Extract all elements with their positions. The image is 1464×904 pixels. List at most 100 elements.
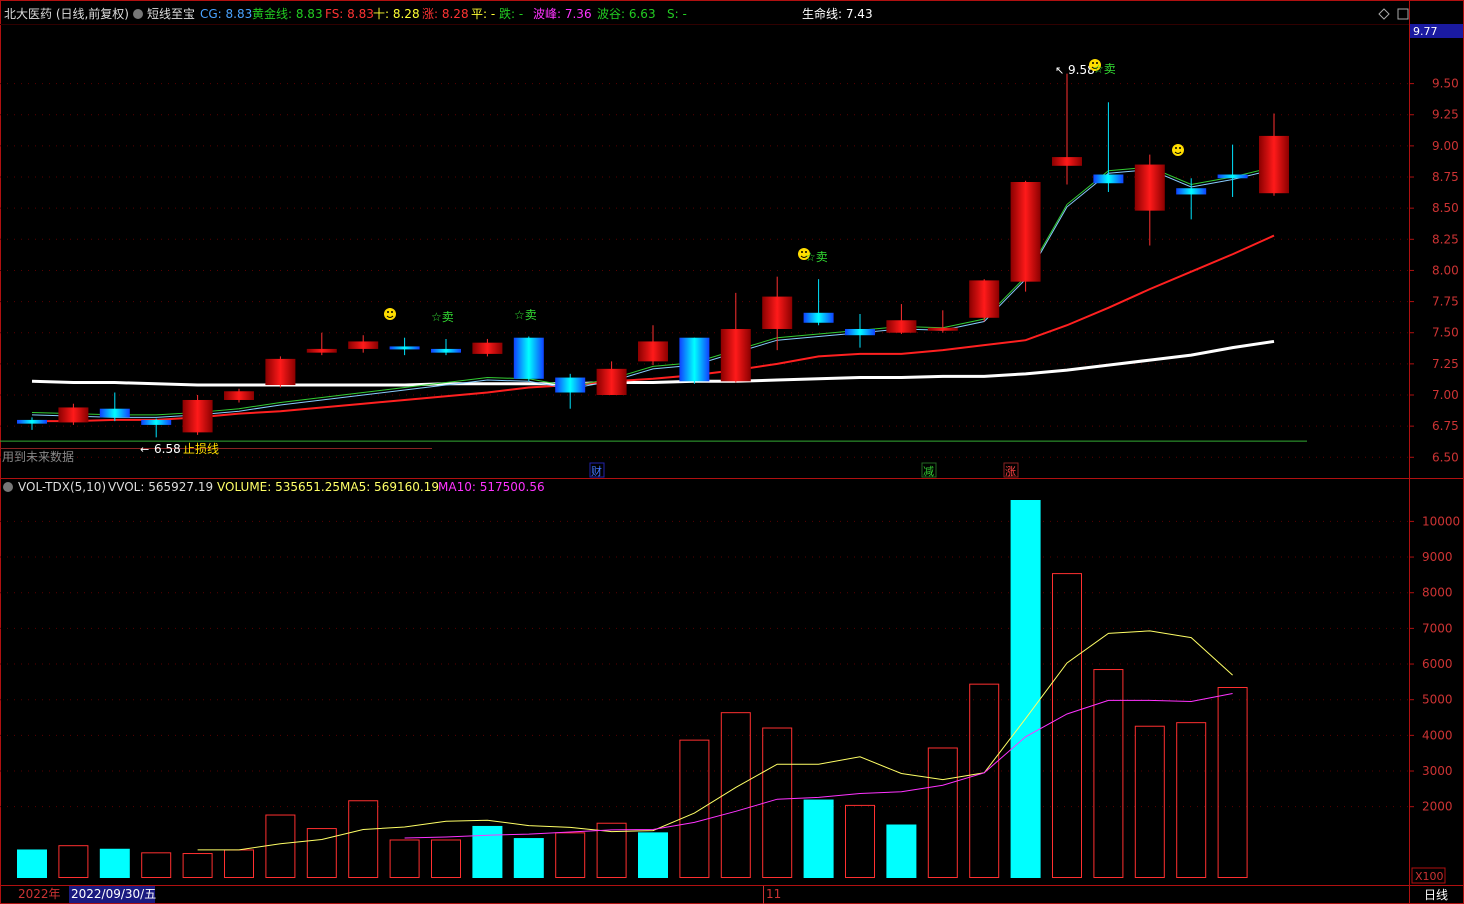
volume-axis: 2000 3000 4000 5000 6000 7000 8000 9000 10000 [0,514,1460,814]
volume-tick-label: 2000 [1422,800,1453,814]
vvol-value: VVOL: 565927.19 [108,480,213,494]
low-marker: ← [140,443,149,456]
candle-body [431,348,461,353]
volume-tick-label: 7000 [1422,621,1453,635]
volume-tick-label: 9000 [1422,550,1453,564]
volume-bar [927,747,958,879]
event-cai-label: 财 [591,464,602,478]
volume-bar [720,712,751,879]
candle-body [969,280,1000,318]
price-tick-label: 6.50 [1432,450,1459,464]
candle-body [845,328,875,336]
event-zhang-label: 涨 [1005,465,1016,478]
sell-signal: ☆卖 [431,310,454,324]
volume-bar [679,739,710,879]
volume-bar [762,727,793,878]
golden-line [31,166,1275,416]
volume-bar [472,825,503,878]
volume-bar [348,800,379,878]
price-tick-label: 6.75 [1432,419,1459,433]
candle-body [58,407,89,423]
vol-indicator-name: VOL-TDX(5,10) [18,480,106,494]
indicator-value: S: - [667,7,687,21]
indicator-value: 黄金线: 8.83 [252,6,323,21]
volume-bar [1176,722,1207,878]
candle-body [679,337,710,382]
candle-body [472,342,503,354]
candle-body [762,296,793,329]
candle-body [265,358,296,386]
volume-bar [141,852,172,878]
volume-bar [1134,725,1165,878]
candle-body [803,312,834,323]
indicator-name: 短线至宝 [147,7,195,21]
volume-settings-icon[interactable] [3,482,13,492]
volume-bar [224,849,254,878]
candle-body [348,341,379,349]
diamond-icon[interactable] [1378,8,1390,20]
cg-line [31,169,1275,418]
event-jian-label: 减 [923,465,934,478]
volume-tick-label: 6000 [1422,657,1453,671]
vol-unit-label: X100 [1415,870,1444,883]
price-tick-label: 9.25 [1432,108,1459,122]
price-tick-label: 8.50 [1432,201,1459,215]
candle-body [1259,135,1289,194]
indicator-value: 涨: 8.28 [422,6,469,21]
price-axis: 6.50 6.75 7.00 7.25 7.50 7.75 8.00 8.25 8.50 8.75… [0,77,1459,464]
period-label[interactable]: 日线 [1424,888,1448,902]
smiley-icon [384,308,396,320]
smiley-icon [1172,144,1184,156]
month-label: 11 [766,887,781,901]
candle-body [555,377,586,393]
candle-body [513,337,544,379]
volume-bar [969,683,1000,878]
volume-bar [17,849,47,878]
outer-frame [0,0,1464,904]
sell-signal: ☆卖 [514,308,537,322]
window-toggle-icon[interactable] [1397,8,1409,20]
indicator-value: CG: 8.83 [200,7,252,21]
lifeline-value: 生命线: 7.43 [802,6,873,21]
future-data-label: 用到未来数据 [2,449,74,464]
volume-bar [886,824,917,878]
price-tick-label: 8.25 [1432,232,1459,246]
volume-tick-label: 4000 [1422,728,1453,742]
price-tick-label: 7.75 [1432,295,1459,309]
volume-bar [803,799,834,878]
volume-tick-label: 10000 [1422,514,1460,528]
candle-body [389,346,420,350]
price-tick-label: 8.75 [1432,170,1459,184]
price-tick-label: 8.00 [1432,263,1459,277]
volume-bar [306,828,337,879]
candle-body [306,348,337,353]
sell-signal: ☆卖 [1093,62,1116,76]
volume-bar [845,804,875,879]
indicator-value: 跌: - [499,6,523,21]
volume-tick-label: 8000 [1422,586,1453,600]
price-tick-label: 9.50 [1432,77,1459,91]
candle-body [596,368,627,395]
price-tick-label: 7.00 [1432,388,1459,402]
volume-bar [58,845,89,878]
candle-body [886,320,917,333]
candle-body [1217,174,1248,179]
volume-bar [1010,500,1041,878]
volume-bar [1217,687,1248,878]
volume-tick-label: 3000 [1422,764,1453,778]
indicator-settings-icon[interactable] [133,9,143,19]
price-tag-label: 9.77 [1413,25,1438,38]
volume-bar [513,838,544,878]
indicator-values: CG: 8.83 黄金线: 8.83 FS: 8.83 十: 8.28 涨: 8.28 平… [200,6,687,21]
candle-body [1176,188,1207,195]
sell-signal: ☆卖 [805,250,828,264]
year-label: 2022年 [18,887,61,901]
candle-body [638,341,668,362]
volume-tick-label: 5000 [1422,693,1453,707]
price-tick-label: 9.00 [1432,139,1459,153]
ma5-value: MA5: 569160.19 [340,480,439,494]
volume-bar [555,832,586,879]
candle-body [927,327,958,331]
indicator-value: 波峰: 7.36 [533,7,592,21]
indicator-value: 平: - [471,7,495,21]
